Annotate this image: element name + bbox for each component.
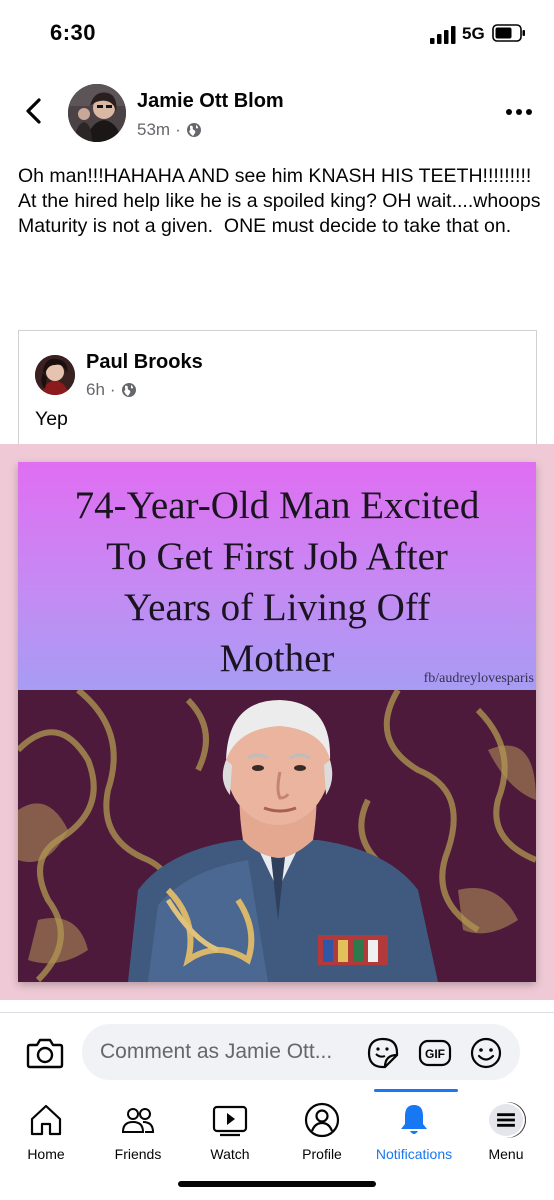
shared-post-text: Yep	[35, 408, 68, 430]
globe-icon	[186, 123, 201, 137]
sticker-icon[interactable]	[366, 1036, 400, 1070]
camera-icon[interactable]	[26, 1036, 64, 1070]
bottom-nav: Home Friends Watch Profile Notifications…	[0, 1090, 554, 1170]
divider	[0, 1012, 554, 1013]
nav-notifications[interactable]: Notifications	[368, 1090, 460, 1170]
nav-label: Profile	[302, 1146, 342, 1162]
post-text: Oh man!!!HAHAHA AND see him KNASH HIS TE…	[18, 165, 541, 237]
nav-label: Friends	[114, 1146, 162, 1162]
nav-home[interactable]: Home	[0, 1090, 92, 1170]
nav-label: Watch	[210, 1146, 250, 1162]
shared-post-time: 6h	[86, 380, 105, 399]
meme-title-line: To Get First Job After	[106, 535, 448, 578]
post-author-name[interactable]: Jamie Ott Blom	[137, 90, 284, 113]
battery-icon	[492, 24, 525, 42]
nav-label: Home	[27, 1146, 65, 1162]
shared-author-name[interactable]: Paul Brooks	[86, 351, 203, 374]
shared-post-meta: 6h ·	[86, 380, 137, 400]
home-icon	[30, 1104, 62, 1136]
nav-menu[interactable]: Menu	[460, 1090, 552, 1170]
meme-title-line: Years of Living Off	[123, 586, 431, 629]
author-avatar[interactable]	[68, 84, 126, 142]
meme-credit: fb/audreylovesparis	[423, 671, 534, 686]
nav-label: Notifications	[375, 1146, 453, 1162]
meme-caption-area: 74-Year-Old Man Excited To Get First Job…	[18, 462, 536, 690]
network-type: 5G	[462, 24, 485, 43]
nav-friends[interactable]: Friends	[92, 1090, 184, 1170]
post-body: Oh man!!!HAHAHA AND see him KNASH HIS TE…	[18, 164, 543, 239]
status-time: 6:30	[50, 20, 97, 45]
watch-icon	[212, 1105, 248, 1137]
signal-icon	[430, 26, 456, 44]
meme-title-line: 74-Year-Old Man Excited	[74, 484, 480, 527]
nav-label: Menu	[488, 1146, 524, 1162]
comment-input[interactable]: Comment as Jamie Ott... GIF	[82, 1024, 520, 1080]
post-meta: 53m ·	[137, 120, 202, 140]
meta-dot: ·	[109, 380, 116, 399]
bell-icon	[401, 1105, 427, 1134]
back-arrow-icon[interactable]	[22, 96, 46, 126]
nav-watch[interactable]: Watch	[184, 1090, 276, 1170]
emoji-icon[interactable]	[469, 1036, 503, 1070]
meme-title: 74-Year-Old Man Excited To Get First Job…	[28, 480, 526, 684]
globe-icon	[121, 383, 136, 397]
post-time: 53m	[137, 120, 171, 139]
profile-icon	[304, 1102, 340, 1138]
home-indicator	[178, 1181, 376, 1187]
friends-icon	[121, 1108, 155, 1133]
meme-image[interactable]: 74-Year-Old Man Excited To Get First Job…	[18, 462, 536, 982]
comment-placeholder: Comment as Jamie Ott...	[100, 1040, 333, 1063]
status-bar: 6:30 5G	[0, 0, 554, 70]
meta-dot: ·	[175, 120, 181, 139]
nav-profile[interactable]: Profile	[276, 1090, 368, 1170]
shared-author-avatar[interactable]	[35, 355, 75, 395]
svg-text:GIF: GIF	[425, 1047, 445, 1061]
king-portrait-image	[18, 690, 536, 982]
more-options-icon[interactable]	[505, 108, 533, 116]
gif-icon[interactable]: GIF	[418, 1036, 452, 1070]
menu-icon	[487, 1102, 525, 1138]
